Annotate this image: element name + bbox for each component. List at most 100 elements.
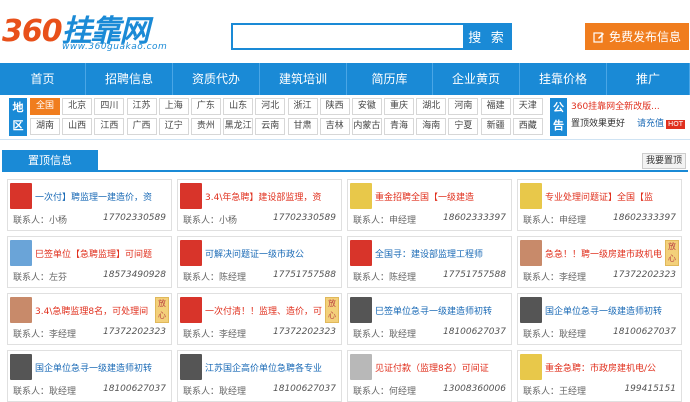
region-item[interactable]: 天津 — [512, 98, 543, 115]
listing-title[interactable]: 巳签单位急寻一级建造师初转 — [375, 304, 509, 317]
listing-thumbnail — [10, 297, 32, 323]
region-item[interactable]: 云南 — [255, 118, 286, 135]
notice-link[interactable]: 360挂靠网全新改版... — [571, 102, 660, 112]
listing-phone: 17702330589 — [103, 213, 166, 223]
publish-label: 免费发布信息 — [608, 30, 681, 44]
listing-card[interactable]: 国企单位急寻一级建造师初转 联系人：耿经理 18100627037 — [517, 293, 682, 345]
listing-thumbnail — [350, 297, 372, 323]
listing-title[interactable]: 一次付清！！监理、造价，可 — [205, 304, 323, 317]
listing-phone: 17751757588 — [443, 270, 506, 280]
listing-card[interactable]: 重金急聘：市政房建机电/公 联系人：王经理 199415151 — [517, 350, 682, 402]
region-item[interactable]: 安徽 — [351, 98, 382, 115]
listing-title[interactable]: 3.4\年急聘】建设部监理，资 — [205, 190, 339, 203]
region-item[interactable]: 广西 — [126, 118, 157, 135]
listing-phone: 17372202323 — [613, 270, 676, 280]
section-bar: 置顶信息 我要置顶 — [2, 150, 688, 172]
region-item[interactable]: 浙江 — [287, 98, 318, 115]
listing-card[interactable]: 专业处理问题证】全国【监 联系人：申经理 18602333397 — [517, 179, 682, 231]
listing-title[interactable]: 一次付】聘监理一建造价，资 — [35, 190, 169, 203]
listing-card[interactable]: 重金招聘全国【一级建造 联系人：申经理 18602333397 — [347, 179, 512, 231]
listing-card[interactable]: 3.4\急聘监理8名，可处理间 放心 联系人：李经理 17372202323 — [7, 293, 172, 345]
region-item[interactable]: 河南 — [448, 98, 479, 115]
listing-title[interactable]: 重金急聘：市政房建机电/公 — [545, 361, 679, 374]
region-item[interactable]: 宁夏 — [448, 118, 479, 135]
listing-contact: 联系人：李经理 — [183, 330, 247, 340]
listing-title[interactable]: 急急！！聘一级房建市政机电 — [545, 247, 663, 260]
listing-title[interactable]: 江苏国企高价单位急聘各专业 — [205, 361, 339, 374]
top-post-button[interactable]: 我要置顶 — [641, 153, 686, 169]
nav-item-3[interactable]: 建筑培训 — [260, 63, 347, 95]
listing-card[interactable]: 巳签单位【急聘监理】可间题 联系人：左芬 18573490928 — [7, 236, 172, 288]
region-item[interactable]: 陕西 — [319, 98, 350, 115]
region-item[interactable]: 贵州 — [190, 118, 221, 135]
region-item[interactable]: 重庆 — [384, 98, 415, 115]
recharge-link[interactable]: 请充值 — [637, 115, 664, 133]
listing-thumbnail — [180, 297, 202, 323]
region-item[interactable]: 海南 — [416, 118, 447, 135]
region-item[interactable]: 北京 — [62, 98, 93, 115]
publish-button[interactable]: 免费发布信息 — [585, 23, 689, 50]
listing-card[interactable]: 见证付款（监理8名）可间证 联系人：何经理 13008360006 — [347, 350, 512, 402]
listing-card[interactable]: 3.4\年急聘】建设部监理，资 联系人：小杨 17702330589 — [177, 179, 342, 231]
region-item[interactable]: 湖北 — [416, 98, 447, 115]
region-item[interactable]: 山西 — [62, 118, 93, 135]
listing-phone: 199415151 — [624, 384, 676, 394]
region-item[interactable]: 黑龙江 — [223, 118, 254, 135]
listing-thumbnail — [180, 354, 202, 380]
region-item[interactable]: 湖南 — [30, 118, 60, 135]
listing-card[interactable]: 国企单位急寻一级建造师初转 联系人：耿经理 18100627037 — [7, 350, 172, 402]
search-button[interactable]: 搜 索 — [463, 23, 512, 50]
listing-card[interactable]: 全国寻：建设部监理工程师 联系人：陈经理 17751757588 — [347, 236, 512, 288]
nav-item-1[interactable]: 招聘信息 — [86, 63, 173, 95]
notice-tag: 公告 — [550, 98, 567, 136]
listing-title[interactable]: 重金招聘全国【一级建造 — [375, 190, 509, 203]
listing-title[interactable]: 国企单位急寻一级建造师初转 — [35, 361, 169, 374]
nav-item-6[interactable]: 挂靠价格 — [520, 63, 607, 95]
region-item[interactable]: 甘肃 — [287, 118, 318, 135]
search-input[interactable] — [231, 23, 463, 50]
listing-contact: 联系人：何经理 — [353, 387, 417, 397]
region-item[interactable]: 山东 — [223, 98, 254, 115]
listing-title[interactable]: 见证付款（监理8名）可间证 — [375, 361, 509, 374]
listing-card[interactable]: 巳签单位急寻一级建造师初转 联系人：耿经理 18100627037 — [347, 293, 512, 345]
listing-title[interactable]: 全国寻：建设部监理工程师 — [375, 247, 509, 260]
region-item[interactable]: 上海 — [158, 98, 189, 115]
nav-item-7[interactable]: 推广 — [607, 63, 690, 95]
listing-card[interactable]: 江苏国企高价单位急聘各专业 联系人：耿经理 18100627037 — [177, 350, 342, 402]
nav-item-0[interactable]: 首页 — [0, 63, 86, 95]
site-logo[interactable]: 360挂靠网 www.360guakao.com — [2, 6, 172, 52]
trust-badge: 放心 — [155, 297, 169, 323]
listing-thumbnail — [350, 240, 372, 266]
region-item[interactable]: 江苏 — [126, 98, 157, 115]
region-item[interactable]: 西藏 — [512, 118, 543, 135]
listing-card[interactable]: 可解决问题证一级市政公 联系人：陈经理 17751757588 — [177, 236, 342, 288]
listing-contact: 联系人：陈经理 — [183, 273, 247, 283]
region-item[interactable]: 吉林 — [319, 118, 350, 135]
listing-title[interactable]: 3.4\急聘监理8名，可处理间 — [35, 304, 153, 317]
notice-box: 360挂靠网全新改版... 置顶效果更好 请充值 HOT — [571, 99, 689, 133]
listing-card[interactable]: 一次付】聘监理一建造价，资 联系人：小杨 17702330589 — [7, 179, 172, 231]
nav-item-2[interactable]: 资质代办 — [173, 63, 260, 95]
listing-contact: 联系人：左芬 — [13, 273, 68, 283]
region-item[interactable]: 全国 — [30, 98, 60, 115]
region-item[interactable]: 河北 — [255, 98, 286, 115]
listing-title[interactable]: 可解决问题证一级市政公 — [205, 247, 339, 260]
listing-thumbnail — [10, 354, 32, 380]
region-item[interactable]: 辽宁 — [158, 118, 189, 135]
listing-card[interactable]: 一次付清！！监理、造价，可 放心 联系人：李经理 17372202323 — [177, 293, 342, 345]
nav-item-5[interactable]: 企业黄页 — [433, 63, 520, 95]
region-item[interactable]: 福建 — [480, 98, 511, 115]
nav-item-4[interactable]: 简历库 — [347, 63, 433, 95]
region-item[interactable]: 青海 — [384, 118, 415, 135]
listing-title[interactable]: 国企单位急寻一级建造师初转 — [545, 304, 679, 317]
region-item[interactable]: 内蒙古 — [351, 118, 382, 135]
listing-card[interactable]: 急急！！聘一级房建市政机电 放心 联系人：李经理 17372202323 — [517, 236, 682, 288]
region-item[interactable]: 新疆 — [480, 118, 511, 135]
listing-contact: 联系人：申经理 — [523, 216, 587, 226]
region-item[interactable]: 四川 — [94, 98, 125, 115]
listing-title[interactable]: 专业处理问题证】全国【监 — [545, 190, 679, 203]
listing-title[interactable]: 巳签单位【急聘监理】可间题 — [35, 247, 169, 260]
region-item[interactable]: 广东 — [190, 98, 221, 115]
logo-number: 360 — [2, 14, 63, 49]
region-item[interactable]: 江西 — [94, 118, 125, 135]
